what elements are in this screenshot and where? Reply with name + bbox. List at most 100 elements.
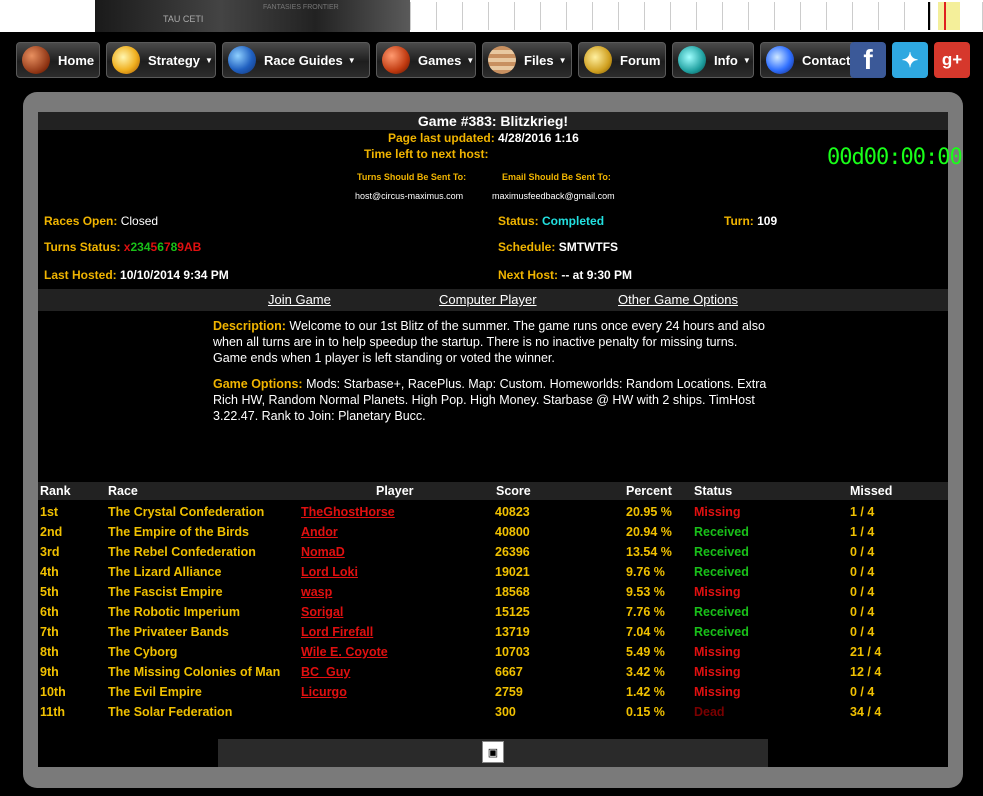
status-cell: Received [694, 525, 749, 539]
player-link[interactable]: Lord Loki [301, 565, 358, 579]
status-cell: Received [694, 605, 749, 619]
score-cell: 6667 [495, 665, 523, 679]
nav-home-button[interactable]: Home [16, 42, 100, 78]
next-host: Next Host: -- at 9:30 PM [498, 268, 632, 282]
races-open-label: Races Open: [44, 214, 118, 228]
other-game-options-link[interactable]: Other Game Options [618, 292, 738, 307]
nav-contact-button[interactable]: Contact [760, 42, 856, 78]
percent-cell: 3.42 % [626, 665, 665, 679]
nav-label: Strategy [148, 52, 201, 68]
chevron-down-icon: ▼ [347, 55, 356, 65]
nav-forum-button[interactable]: Forum [578, 42, 666, 78]
rank-cell: 10th [40, 685, 66, 699]
player-link[interactable]: Licurgo [301, 685, 347, 699]
banner-site-name: TAU CETI [163, 14, 204, 24]
rank-cell: 6th [40, 605, 59, 619]
chevron-down-icon: ▼ [205, 55, 213, 65]
status-cell: Dead [694, 705, 725, 719]
chevron-down-icon: ▼ [742, 55, 751, 65]
game-links-bar: Join Game Computer Player Other Game Opt… [38, 289, 948, 311]
player-link[interactable]: wasp [301, 585, 332, 599]
calendar-marker [928, 2, 930, 30]
status-cell: Received [694, 565, 749, 579]
rank-cell: 8th [40, 645, 59, 659]
turns-to-email[interactable]: host@circus-maximus.com [355, 191, 463, 201]
missed-cell: 0 / 4 [850, 685, 875, 699]
turns-status: Turns Status: x23456789AB [44, 240, 201, 254]
computer-player-link[interactable]: Computer Player [439, 292, 537, 307]
rank-cell: 3rd [40, 545, 60, 559]
nav-strategy-button[interactable]: Strategy ▼ [106, 42, 216, 78]
description-text: Welcome to our 1st Blitz of the summer. … [213, 319, 765, 365]
status-cell: Missing [694, 645, 741, 659]
player-link[interactable]: BC_Guy [301, 665, 350, 679]
last-updated: Page last updated: 4/28/2016 1:16 [388, 131, 579, 145]
nav-label: Files [524, 52, 554, 68]
mars-planet-icon [22, 46, 50, 74]
score-cell: 26396 [495, 545, 530, 559]
score-cell: 19021 [495, 565, 530, 579]
player-link[interactable]: Wile E. Coyote [301, 645, 388, 659]
feedback-email[interactable]: maximusfeedback@gmail.com [492, 191, 615, 201]
chevron-down-icon: ▼ [558, 55, 567, 65]
schedule-label: Schedule: [498, 240, 556, 254]
percent-cell: 20.95 % [626, 505, 672, 519]
rank-cell: 4th [40, 565, 59, 579]
percent-cell: 0.15 % [626, 705, 665, 719]
calendar-highlight [938, 2, 960, 30]
google-plus-icon[interactable]: g+ [934, 42, 970, 78]
missed-cell: 12 / 4 [850, 665, 882, 679]
percent-cell: 13.54 % [626, 545, 672, 559]
race-cell: The Cyborg [108, 645, 178, 659]
rank-cell: 7th [40, 625, 59, 639]
turns-to-label: Turns Should Be Sent To: [357, 172, 467, 182]
score-cell: 40800 [495, 525, 530, 539]
calendar-strip [410, 2, 983, 30]
missed-cell: 21 / 4 [850, 645, 882, 659]
percent-cell: 7.04 % [626, 625, 665, 639]
player-link[interactable]: Lord Firefall [301, 625, 373, 639]
saturn-planet-icon [584, 46, 612, 74]
countdown-timer: 00d00:00:00 [827, 145, 963, 170]
player-link[interactable]: Andor [301, 525, 338, 539]
table-row: 6th The Robotic Imperium Sorigal 15125 7.76 … [38, 602, 948, 622]
nav-race-guides-button[interactable]: Race Guides ▼ [222, 42, 370, 78]
header-percent: Percent [626, 484, 672, 498]
nav-files-button[interactable]: Files ▼ [482, 42, 572, 78]
percent-cell: 9.76 % [626, 565, 665, 579]
next-host-label: Next Host: [498, 268, 559, 282]
race-cell: The Rebel Confederation [108, 545, 256, 559]
nav-games-button[interactable]: Games ▼ [376, 42, 476, 78]
rank-cell: 2nd [40, 525, 63, 539]
table-row: 2nd The Empire of the Birds Andor 40800 20.9… [38, 522, 948, 542]
schedule: Schedule: SMTWTFS [498, 240, 618, 254]
status-cell: Missing [694, 665, 741, 679]
header-score: Score [496, 484, 531, 498]
turn-value: 109 [757, 214, 778, 228]
site-banner[interactable]: TAU CETI FANTASIES FRONTIER [95, 0, 410, 32]
options-paragraph: Game Options: Mods: Starbase+, RacePlus.… [213, 376, 773, 424]
status-label: Status: [498, 214, 539, 228]
rank-cell: 11th [40, 705, 66, 719]
rank-cell: 1st [40, 505, 59, 519]
join-game-link[interactable]: Join Game [268, 292, 331, 307]
twitter-icon[interactable]: ✦ [892, 42, 928, 78]
header-status: Status [694, 484, 733, 498]
last-updated-label: Page last updated: [388, 131, 495, 145]
game-title: Game #383: Blitzkrieg! [38, 112, 948, 130]
race-cell: The Missing Colonies of Man [108, 665, 281, 679]
image-icon[interactable]: ▣ [482, 741, 504, 763]
nav-info-button[interactable]: Info ▼ [672, 42, 754, 78]
player-link[interactable]: Sorigal [301, 605, 343, 619]
red-planet-icon [382, 46, 410, 74]
facebook-icon[interactable]: f [850, 42, 886, 78]
missed-cell: 0 / 4 [850, 625, 875, 639]
top-strip: TAU CETI FANTASIES FRONTIER [0, 0, 983, 32]
missed-cell: 34 / 4 [850, 705, 882, 719]
player-link[interactable]: TheGhostHorse [301, 505, 395, 519]
last-hosted-label: Last Hosted: [44, 268, 117, 282]
header-rank: Rank [40, 484, 71, 498]
player-link[interactable]: NomaD [301, 545, 345, 559]
percent-cell: 20.94 % [626, 525, 672, 539]
table-row: 5th The Fascist Empire wasp 18568 9.53 % Miss… [38, 582, 948, 602]
